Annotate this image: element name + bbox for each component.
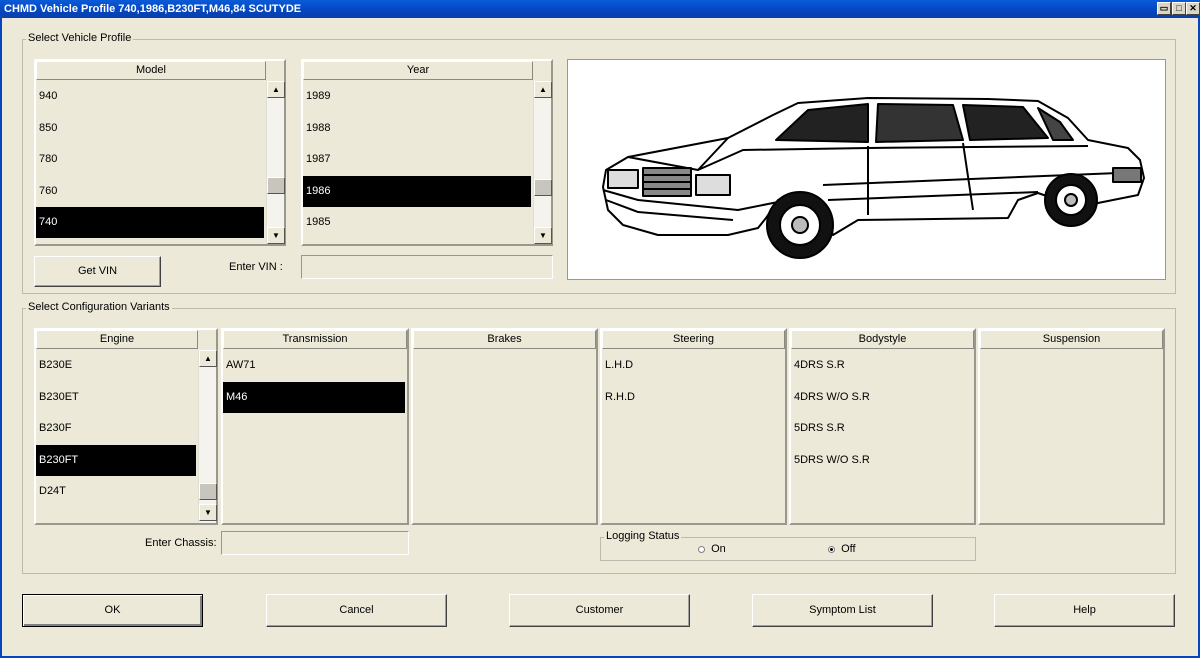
- suspension-list[interactable]: Suspension: [978, 328, 1165, 525]
- scroll-down-icon[interactable]: ▼: [534, 227, 552, 244]
- radio-off-icon[interactable]: [698, 545, 705, 553]
- symptom-list-button[interactable]: Symptom List: [752, 594, 933, 627]
- enter-vin-label: Enter VIN :: [229, 261, 283, 273]
- steering-list[interactable]: Steering L.H.D R.H.D: [600, 328, 787, 525]
- model-list-header: Model: [36, 61, 266, 80]
- engine-list-header: Engine: [36, 330, 198, 349]
- scroll-up-icon[interactable]: ▲: [267, 81, 285, 98]
- scroll-thumb[interactable]: [267, 177, 285, 194]
- list-item[interactable]: 1989: [303, 81, 531, 112]
- year-scrollbar[interactable]: ▲ ▼: [533, 81, 552, 244]
- list-item[interactable]: L.H.D: [602, 350, 783, 381]
- list-item[interactable]: AW71: [223, 350, 405, 381]
- ok-button[interactable]: OK: [22, 594, 203, 627]
- list-item[interactable]: 1986: [303, 175, 531, 207]
- scroll-up-icon[interactable]: ▲: [534, 81, 552, 98]
- engine-list[interactable]: Engine B230E B230ET B230F B230FT D24T ▲ ▼: [34, 328, 218, 525]
- config-variants-group-label: Select Configuration Variants: [26, 301, 172, 313]
- logging-on-label: On: [711, 543, 726, 555]
- close-button[interactable]: ✕: [1186, 2, 1200, 15]
- car-illustration-icon: [602, 97, 1145, 259]
- dialog-window: Select Vehicle Profile Model 940 850 780 76…: [0, 18, 1200, 658]
- enter-chassis-label: Enter Chassis:: [145, 537, 217, 549]
- list-item[interactable]: 4DRS W/O S.R: [791, 382, 972, 413]
- title-bar: CHMD Vehicle Profile 740,1986,B230FT,M46…: [0, 0, 1200, 18]
- list-item[interactable]: R.H.D: [602, 382, 783, 413]
- vehicle-profile-group-label: Select Vehicle Profile: [26, 32, 134, 44]
- brakes-list-header: Brakes: [413, 330, 596, 349]
- restore-button[interactable]: ▭: [1157, 2, 1171, 15]
- maximize-button[interactable]: □: [1172, 2, 1186, 15]
- logging-off-label: Off: [841, 543, 856, 555]
- scroll-thumb[interactable]: [534, 179, 552, 196]
- steering-list-header: Steering: [602, 330, 785, 349]
- list-item[interactable]: 780: [36, 144, 264, 175]
- list-item[interactable]: B230E: [36, 350, 196, 381]
- year-list-header: Year: [303, 61, 533, 80]
- model-scrollbar[interactable]: ▲ ▼: [266, 81, 285, 244]
- list-item[interactable]: 1987: [303, 144, 531, 175]
- list-item[interactable]: 1985: [303, 207, 531, 238]
- list-item[interactable]: 5DRS W/O S.R: [791, 445, 972, 476]
- chassis-input[interactable]: [221, 531, 409, 555]
- list-item[interactable]: B230ET: [36, 382, 196, 413]
- scroll-thumb[interactable]: [199, 483, 217, 500]
- list-item[interactable]: D24T: [36, 476, 196, 507]
- suspension-list-header: Suspension: [980, 330, 1163, 349]
- scroll-up-icon[interactable]: ▲: [199, 350, 217, 367]
- list-item[interactable]: 1988: [303, 113, 531, 144]
- cancel-button[interactable]: Cancel: [266, 594, 447, 627]
- bodystyle-list-header: Bodystyle: [791, 330, 974, 349]
- list-item[interactable]: 760: [36, 176, 264, 207]
- vehicle-image-panel: [567, 59, 1166, 280]
- scroll-down-icon[interactable]: ▼: [199, 504, 217, 521]
- year-list[interactable]: Year 1989 1988 1987 1986 1985 ▲ ▼: [301, 59, 553, 246]
- model-list[interactable]: Model 940 850 780 760 740 ▲ ▼: [34, 59, 286, 246]
- customer-button[interactable]: Customer: [509, 594, 690, 627]
- help-button[interactable]: Help: [994, 594, 1175, 627]
- scroll-down-icon[interactable]: ▼: [267, 227, 285, 244]
- transmission-list-header: Transmission: [223, 330, 407, 349]
- get-vin-button[interactable]: Get VIN: [34, 256, 161, 287]
- vin-input[interactable]: [301, 255, 553, 279]
- radio-selected-icon[interactable]: [828, 545, 835, 553]
- logging-off-radio[interactable]: Off: [828, 543, 856, 555]
- logging-status-label: Logging Status: [604, 530, 682, 542]
- engine-scrollbar[interactable]: ▲ ▼: [198, 350, 217, 523]
- list-item[interactable]: 740: [36, 207, 264, 239]
- logging-on-radio[interactable]: On: [698, 543, 726, 555]
- list-item[interactable]: M46: [223, 381, 405, 413]
- bodystyle-list[interactable]: Bodystyle 4DRS S.R 4DRS W/O S.R 5DRS S.R 5D…: [789, 328, 976, 525]
- list-item[interactable]: 850: [36, 113, 264, 144]
- transmission-list[interactable]: Transmission AW71 M46: [221, 328, 409, 525]
- list-item[interactable]: 5DRS S.R: [791, 413, 972, 444]
- window-title: CHMD Vehicle Profile 740,1986,B230FT,M46…: [4, 3, 302, 15]
- list-item[interactable]: B230F: [36, 413, 196, 444]
- brakes-list[interactable]: Brakes: [411, 328, 598, 525]
- list-item[interactable]: 4DRS S.R: [791, 350, 972, 381]
- list-item[interactable]: 940: [36, 81, 264, 112]
- list-item[interactable]: B230FT: [36, 444, 196, 476]
